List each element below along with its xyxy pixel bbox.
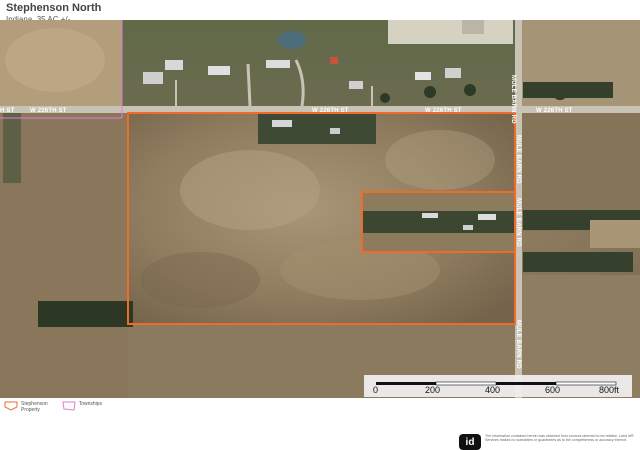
road-label-mule-top: MULE BARN RD: [510, 75, 516, 124]
north-central-lot: [388, 20, 513, 44]
scale-label: 200: [425, 385, 440, 395]
tree-cluster-southwest: [38, 301, 133, 327]
scale-label: 0: [373, 385, 378, 395]
tree-line-west: [3, 113, 21, 183]
tree-cluster: [380, 93, 390, 103]
tree-cluster: [424, 86, 436, 98]
east-lot: [590, 220, 640, 248]
legend-item-townships: Townships: [62, 401, 102, 411]
road-label-mule-right: MULE BARN RD: [515, 198, 521, 247]
soil-patch: [385, 130, 495, 190]
soil-patch: [180, 150, 320, 230]
aerial-map[interactable]: H ST W 226TH ST W 226TH ST W 226TH ST W …: [0, 20, 640, 398]
legend-label: Property: [21, 407, 40, 413]
road-label-w226-top-mid: W 226TH ST: [312, 108, 349, 114]
road-label-w226-right: W 226TH ST: [536, 108, 573, 114]
house: [143, 72, 163, 84]
house: [208, 66, 230, 75]
road-label-w226-left: W 226TH ST: [30, 108, 67, 114]
township-boundary-icon: [62, 401, 76, 411]
farm-building: [330, 128, 340, 134]
house: [165, 60, 183, 70]
farmstead-north: [258, 114, 376, 144]
house: [349, 81, 363, 89]
house: [266, 60, 290, 68]
road-label-w226-center: W 226TH ST: [425, 108, 462, 114]
legend-item-property: Stephenson Property: [4, 401, 48, 413]
driveway: [246, 63, 252, 107]
legend-label: Townships: [78, 401, 103, 407]
property-boundary-icon: [4, 401, 18, 411]
scale-label: 600: [545, 385, 560, 395]
pond: [278, 31, 306, 49]
tree-cluster: [464, 84, 476, 96]
road-label-west-edge: H ST: [0, 108, 15, 114]
scale-bar: 0 200 400 600 800ft: [364, 375, 632, 397]
scale-label: 400: [485, 385, 500, 395]
scale-label: 800ft: [599, 385, 620, 395]
map-legend: Stephenson Property Townships: [4, 401, 102, 413]
map-title: Stephenson North: [6, 2, 102, 14]
farm-building: [422, 213, 438, 218]
house: [462, 20, 484, 34]
farm-building: [272, 120, 292, 127]
land-id-logo: id: [459, 434, 481, 450]
tree-line: [523, 252, 633, 272]
farm-building: [463, 225, 473, 230]
disclaimer-block: id The information contained herein was …: [459, 434, 635, 450]
disclaimer-text: The information contained herein was obt…: [485, 434, 634, 443]
house: [445, 68, 461, 78]
tree-line: [523, 82, 613, 98]
house: [330, 57, 338, 64]
soil-patch: [140, 252, 260, 308]
farm-building: [478, 214, 496, 220]
northwest-field-patch: [5, 28, 105, 92]
road-label-mule-mid: MULE BARN RD: [515, 135, 521, 184]
house: [415, 72, 431, 80]
road-label-mule-bottom: MULE BARN RD: [515, 320, 521, 369]
